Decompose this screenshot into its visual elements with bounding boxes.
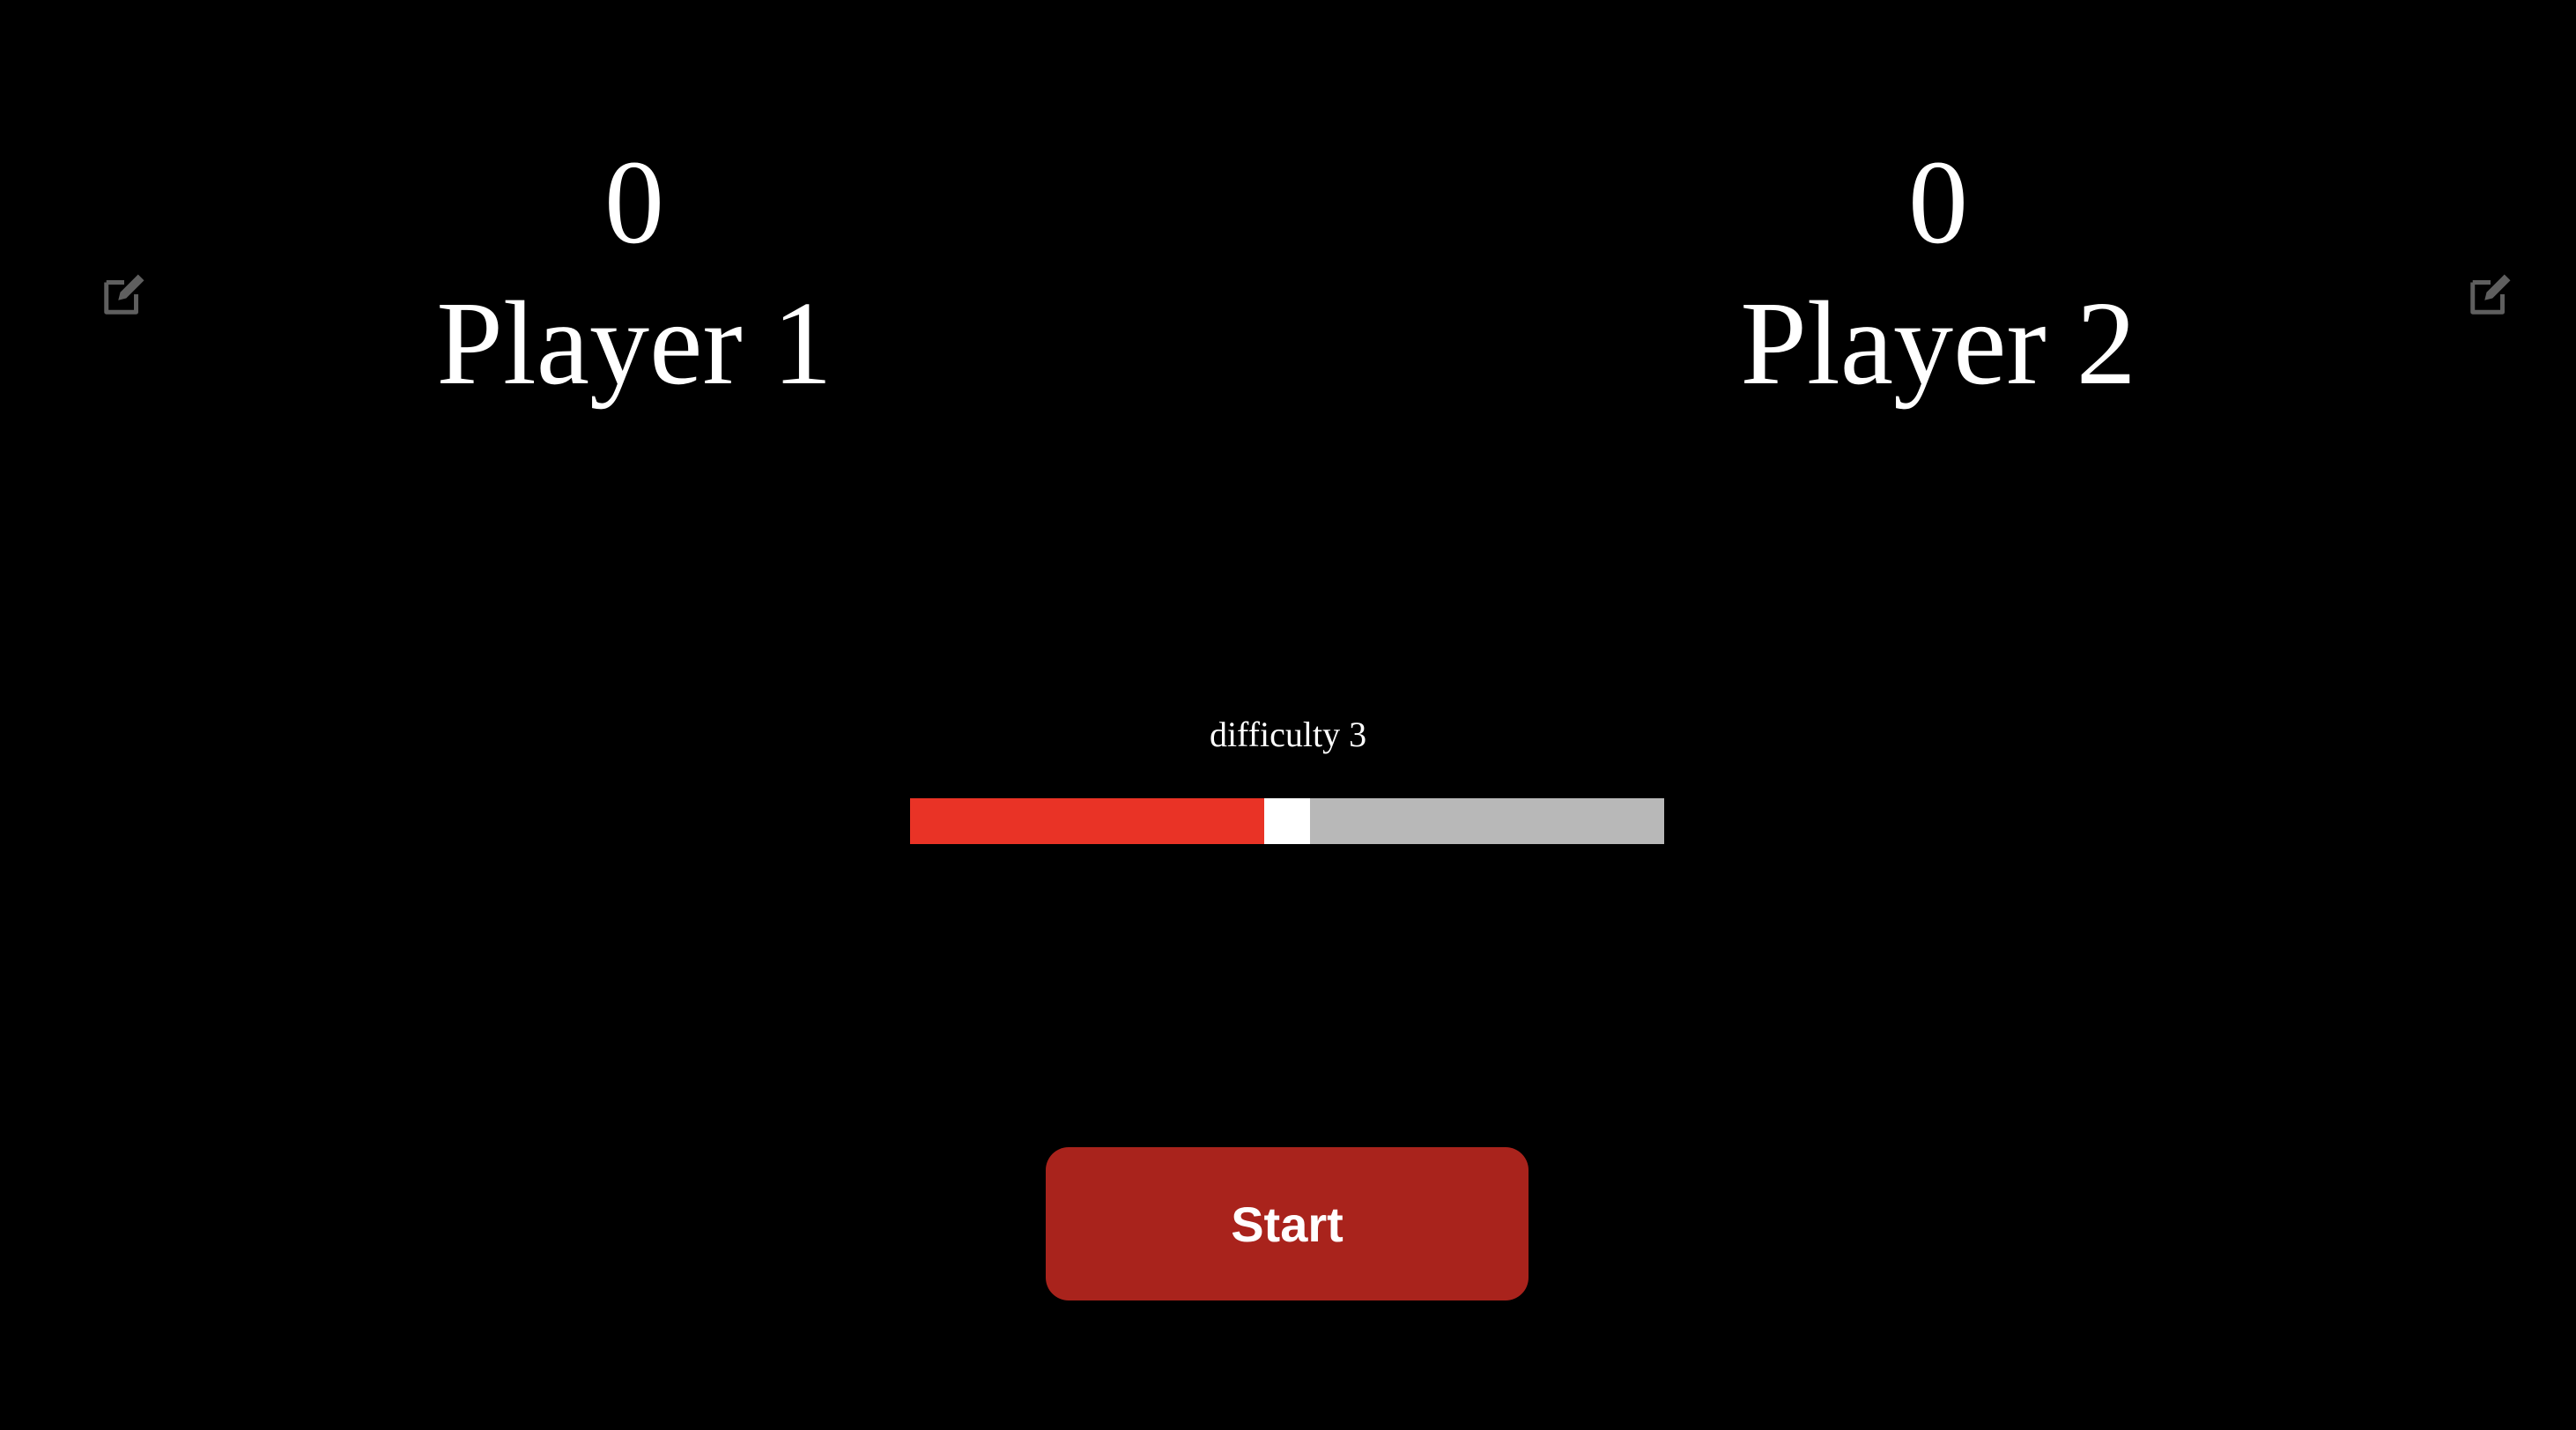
player-1-name: Player 1 xyxy=(436,278,833,410)
edit-icon xyxy=(2470,274,2511,315)
game-start-screen: 0 Player 1 0 Player 2 difficulty 3 Start xyxy=(0,0,2576,1430)
edit-icon xyxy=(104,274,144,315)
difficulty-slider-fill xyxy=(910,798,1264,844)
player-1-panel: 0 Player 1 xyxy=(238,132,1031,414)
player-2-score: 0 xyxy=(1908,137,1968,269)
player-2-name: Player 2 xyxy=(1740,278,2136,410)
start-button[interactable]: Start xyxy=(1046,1147,1529,1300)
difficulty-slider-thumb[interactable] xyxy=(1264,798,1310,844)
difficulty-slider[interactable] xyxy=(910,798,1664,844)
player-1-score: 0 xyxy=(604,137,664,269)
player-2-panel: 0 Player 2 xyxy=(1542,132,2335,414)
edit-player-1-name-button[interactable] xyxy=(100,270,148,318)
difficulty-label: difficulty 3 xyxy=(1209,715,1367,754)
edit-player-2-name-button[interactable] xyxy=(2467,270,2514,318)
